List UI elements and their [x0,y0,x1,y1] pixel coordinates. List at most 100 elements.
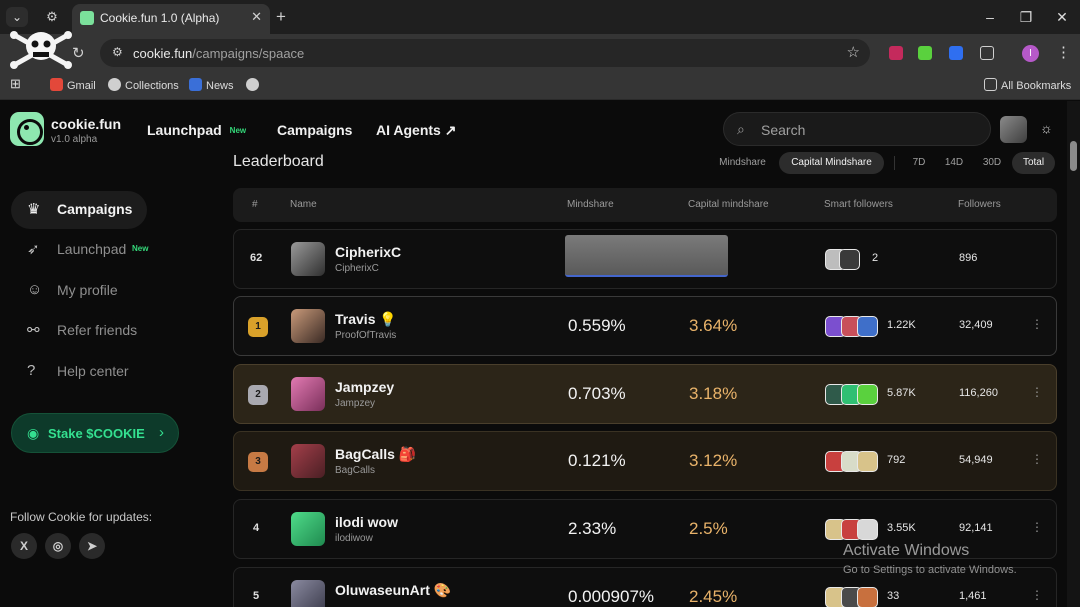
pinned-tab[interactable]: ⚙ [36,7,68,27]
x-twitter-icon[interactable]: X [11,533,37,559]
more-options-icon[interactable]: ⋮ [1031,452,1043,466]
bookmark-gmail[interactable]: Gmail [50,78,96,92]
mindshare-value: 0.000907% [568,587,655,606]
user-name[interactable]: Jampzey [335,379,394,395]
avatar [857,316,878,337]
sidebar-item-my-profile[interactable]: ☺ My profile [11,272,147,310]
profile-avatar[interactable]: I [1022,45,1039,62]
browser-tab-active[interactable]: Cookie.fun 1.0 (Alpha) ✕ [72,4,270,34]
search-icon: ⌕ [737,121,745,137]
tab-search-button[interactable]: ⌄ [6,7,28,27]
smart-followers-count: 792 [887,454,906,466]
omnibox[interactable]: ⚙ cookie.fun/campaigns/spaace ☆ [100,39,870,67]
user-handle: ilodiwow [335,533,373,544]
user-name[interactable]: BagCalls 🎒 [335,446,416,463]
search-placeholder: Search [761,122,806,138]
sidebar-item-label: Refer friends [57,322,138,338]
search-input[interactable]: ⌕ Search [723,112,991,146]
minimize-button[interactable]: – [972,0,1008,34]
restore-button[interactable]: ❐ [1008,0,1044,34]
capital-mindshare-value: 3.64% [689,316,738,335]
chevron-right-icon: › [159,424,164,441]
url-text[interactable]: cookie.fun/campaigns/spaace [133,46,304,61]
avatar [291,444,325,478]
browser-menu-icon[interactable]: ⋮ [1056,43,1071,61]
user-name[interactable]: CipherixC [335,244,401,260]
more-options-icon[interactable]: ⋮ [1031,317,1043,331]
period-7d[interactable]: 7D [905,152,933,174]
activate-windows-subtitle: Go to Settings to activate Windows. [843,564,1017,576]
sidebar-item-launchpad[interactable]: ➶ Launchpad New [11,231,171,269]
nav-ai-agents[interactable]: AI Agents ↗ [376,122,456,139]
close-icon[interactable]: ✕ [251,9,262,25]
tab-mindshare[interactable]: Mindshare [710,152,775,174]
bookmark-collections[interactable]: Collections [108,78,179,92]
bookmark-star-icon[interactable]: ☆ [847,43,860,61]
sun-icon[interactable]: ☼ [1040,120,1053,136]
extension-z-icon[interactable] [949,46,963,60]
discord-icon[interactable]: ◎ [45,533,71,559]
sidebar-item-label: Campaigns [57,201,133,217]
cookie-icon: ◉ [27,425,40,441]
folder-icon [984,78,997,91]
avatar [857,587,878,607]
user-handle: CipherixC [335,263,379,274]
table-row[interactable]: 62 CipherixC CipherixC 2 896 [233,229,1057,289]
extensions-puzzle-icon[interactable] [980,46,994,60]
period-30d[interactable]: 30D [976,152,1008,174]
col-rank: # [252,199,258,210]
scrollbar[interactable] [1067,101,1080,607]
stake-cookie-button[interactable]: ◉ Stake $COOKIE › [11,413,179,453]
user-avatar[interactable] [1000,116,1027,143]
table-row[interactable]: 3 BagCalls 🎒 BagCalls 0.121% 3.12% 792 5… [233,431,1057,491]
col-followers: Followers [958,199,1001,210]
period-total[interactable]: Total [1012,152,1055,174]
extension-shield-icon[interactable] [889,46,903,60]
avatar [857,519,878,540]
tab-capital-mindshare[interactable]: Capital Mindshare [779,152,884,174]
col-smart-followers: Smart followers [824,199,893,210]
user-name[interactable]: Travis 💡 [335,311,397,328]
table-header: # Name Mindshare Capital mindshare Smart… [233,188,1057,222]
telegram-icon[interactable]: ➤ [79,533,105,559]
table-row[interactable]: 2 Jampzey Jampzey 0.703% 3.18% 5.87K 116… [233,364,1057,424]
new-badge: New [132,244,149,253]
smart-followers-count: 3.55K [887,522,916,534]
nav-campaigns[interactable]: Campaigns [277,122,352,138]
cookie-logo-icon[interactable] [10,112,44,146]
scrollbar-thumb[interactable] [1070,141,1077,171]
brand-name[interactable]: cookie.fun [51,116,121,132]
silver-medal-icon: 2 [248,385,268,405]
smart-followers-count: 1.22K [887,319,916,331]
rank: 4 [253,522,260,534]
rank: 5 [253,590,260,602]
avatar [291,377,325,411]
all-bookmarks-button[interactable]: All Bookmarks [984,78,1071,92]
nav-launchpad[interactable]: Launchpad New [147,122,246,138]
extension-grid-icon[interactable] [918,46,932,60]
new-tab-button[interactable]: + [276,7,286,27]
avatar [857,451,878,472]
col-name: Name [290,199,317,210]
user-name[interactable]: OluwaseunArt 🎨 [335,582,451,599]
table-row[interactable]: 1 Travis 💡 ProofOfTravis 0.559% 3.64% 1.… [233,296,1057,356]
more-options-icon[interactable]: ⋮ [1031,385,1043,399]
capital-mindshare-value: 2.45% [689,587,738,606]
sidebar-item-refer-friends[interactable]: ⚯ Refer friends [11,312,147,350]
window-close-button[interactable]: ✕ [1044,0,1080,34]
apps-grid-icon[interactable]: ⊞ [10,76,21,92]
bookmark-globe[interactable] [246,78,263,92]
more-options-icon[interactable]: ⋮ [1031,588,1043,602]
period-14d[interactable]: 14D [939,152,969,174]
trophy-icon: ♛ [27,201,41,218]
more-options-icon[interactable]: ⋮ [1031,520,1043,534]
capital-mindshare-value: 3.12% [689,451,738,470]
sidebar-item-help-center[interactable]: ? Help center [11,353,147,391]
user-name[interactable]: ilodi wow [335,514,398,530]
followers-count: 896 [959,252,978,264]
sidebar-item-campaigns[interactable]: ♛ Campaigns [11,191,147,229]
site-info-icon[interactable]: ⚙ [112,45,123,59]
news-icon [189,78,202,91]
cookie-fun-app: cookie.fun v1.0 alpha Launchpad New Campa… [0,101,1080,607]
bookmark-news[interactable]: News [189,78,234,92]
